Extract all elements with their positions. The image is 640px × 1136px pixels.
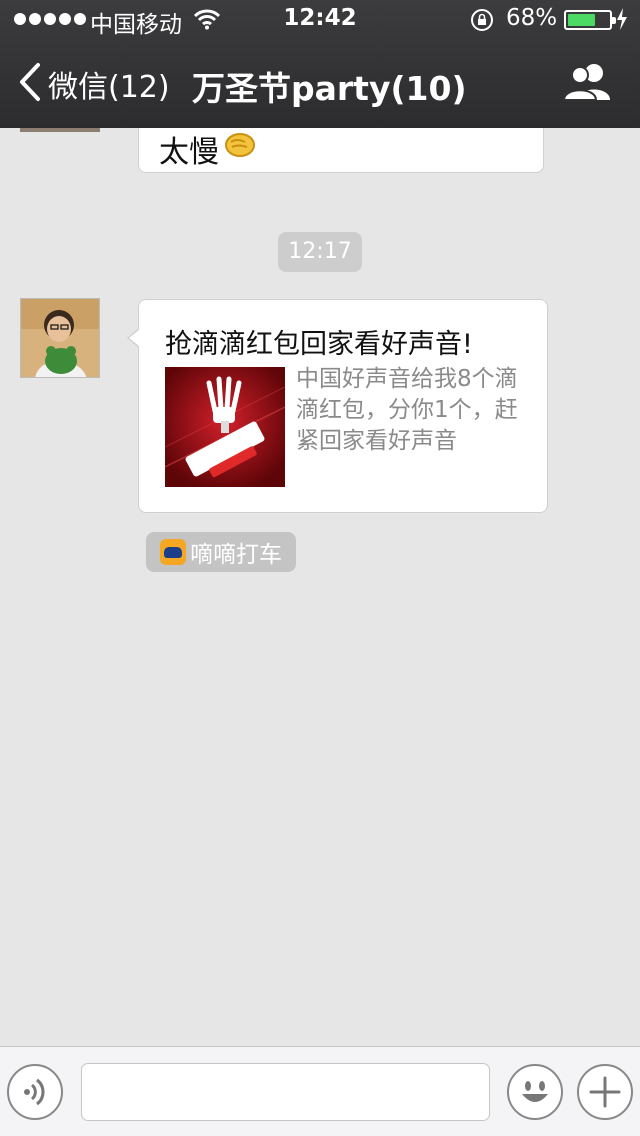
page-title: 万圣节party(10) <box>192 69 467 108</box>
source-app-label: 嘀嘀打车 <box>190 542 282 568</box>
shared-link-card[interactable]: 抢滴滴红包回家看好声音! 中国好声音给我8个滴滴红包，分你1个，赶紧回家看好声音 <box>127 299 548 513</box>
group-members-button[interactable] <box>562 62 614 106</box>
link-thumbnail <box>165 367 285 487</box>
chat-area[interactable]: 太慢 12:17 抢滴滴红包回家看好声音! 中国好声音给我8个滴滴红包，分你1个… <box>0 128 640 1046</box>
source-app-tag[interactable]: 嘀嘀打车 <box>146 532 296 572</box>
chevron-left-icon <box>18 62 42 106</box>
navigation-bar: 微信(12) 万圣节party(10) <box>0 40 640 128</box>
message-text: 太慢 <box>159 135 219 170</box>
message-input[interactable] <box>81 1063 490 1121</box>
message-bubble[interactable]: 太慢 <box>138 128 544 173</box>
back-button[interactable]: 微信(12) <box>18 62 170 106</box>
voice-icon <box>9 1078 61 1122</box>
rotation-lock-icon <box>470 8 494 36</box>
avatar[interactable] <box>20 128 100 132</box>
message-timestamp: 12:17 <box>278 232 362 272</box>
link-title: 抢滴滴红包回家看好声音! <box>165 329 473 360</box>
battery-fill <box>568 14 595 26</box>
hand-emoji-icon <box>223 130 257 168</box>
top-bar: 中国移动 12:42 68% 微信(12) 万圣节party(10) <box>0 0 640 128</box>
back-label: 微信(12) <box>48 70 170 105</box>
group-icon <box>562 64 614 106</box>
voice-input-button[interactable] <box>7 1064 63 1120</box>
smiley-icon <box>509 1070 561 1122</box>
status-bar: 中国移动 12:42 68% <box>0 0 640 40</box>
charging-icon <box>616 8 628 34</box>
plus-icon <box>579 1076 631 1122</box>
link-description: 中国好声音给我8个滴滴红包，分你1个，赶紧回家看好声音 <box>296 366 518 454</box>
avatar[interactable] <box>20 298 100 378</box>
battery-percent: 68% <box>506 5 558 31</box>
more-options-button[interactable] <box>577 1064 633 1120</box>
battery-icon <box>564 10 616 30</box>
emoji-button[interactable] <box>507 1064 563 1120</box>
didi-taxi-app-icon <box>160 539 186 565</box>
input-bar <box>0 1046 640 1136</box>
